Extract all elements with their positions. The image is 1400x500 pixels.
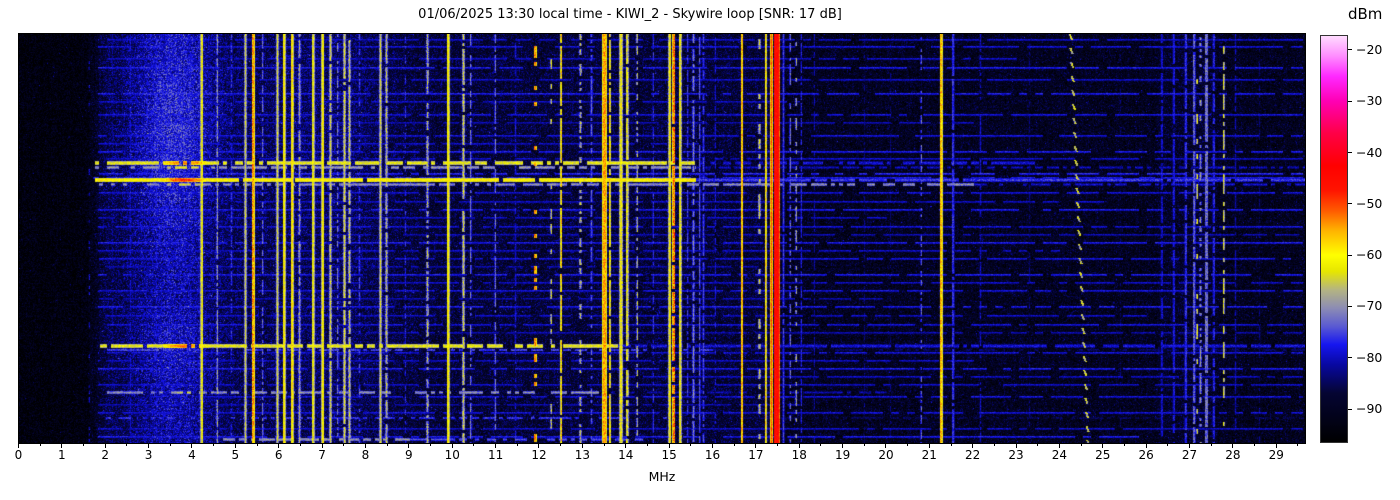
- colorbar-tick-label: −80: [1356, 349, 1383, 365]
- colorbar-gradient: [1321, 36, 1347, 442]
- x-tick-label: 22: [965, 448, 981, 462]
- x-minor-tick: [213, 444, 215, 446]
- x-minor-tick: [1210, 444, 1212, 446]
- x-axis-label: MHz: [648, 469, 676, 484]
- x-tick-label: 27: [1181, 448, 1198, 462]
- x-tick-label: 13: [574, 448, 590, 462]
- x-tick-label: 20: [878, 448, 894, 462]
- x-minor-tick: [907, 444, 909, 446]
- colorbar-tick: [1348, 357, 1352, 359]
- colorbar-tick: [1348, 203, 1352, 205]
- x-minor-tick: [1037, 444, 1039, 446]
- x-minor-tick: [83, 444, 85, 446]
- x-minor-tick: [690, 444, 692, 446]
- colorbar-tick-label: −70: [1356, 298, 1383, 314]
- x-minor-tick: [560, 444, 562, 446]
- x-tick-label: 8: [361, 448, 370, 462]
- spectrogram-plot-frame: [18, 33, 1306, 444]
- x-tick-label: 26: [1138, 448, 1154, 462]
- colorbar-tick: [1348, 49, 1352, 51]
- x-minor-tick: [777, 444, 779, 446]
- chart-title: 01/06/2025 13:30 local time - KIWI_2 - S…: [418, 7, 842, 22]
- x-tick-label: 11: [487, 448, 504, 462]
- colorbar-tick-label: −20: [1356, 41, 1383, 57]
- x-minor-tick: [1167, 444, 1169, 446]
- x-minor-tick: [386, 444, 388, 446]
- colorbar-tick: [1348, 305, 1352, 307]
- x-tick-label: 7: [318, 448, 326, 462]
- x-tick-label: 23: [1008, 448, 1024, 462]
- x-tick-label: 5: [231, 448, 240, 462]
- x-tick-label: 19: [834, 448, 851, 462]
- colorbar-tick: [1348, 100, 1352, 102]
- x-tick-label: 25: [1095, 448, 1111, 462]
- x-minor-tick: [430, 444, 432, 446]
- x-minor-tick: [603, 444, 605, 446]
- x-minor-tick: [863, 444, 865, 446]
- x-tick-label: 0: [14, 448, 23, 462]
- x-tick-label: 14: [618, 448, 634, 462]
- x-tick-label: 12: [531, 448, 547, 462]
- x-minor-tick: [343, 444, 345, 446]
- x-minor-tick: [256, 444, 258, 446]
- colorbar-tick: [1348, 254, 1352, 256]
- x-tick-label: 3: [144, 448, 153, 462]
- colorbar-tick-label: −40: [1356, 144, 1383, 160]
- colorbar-unit-label: dBm: [1348, 5, 1383, 23]
- x-minor-tick: [1124, 444, 1125, 446]
- x-minor-tick: [993, 444, 995, 446]
- colorbar-tick-label: −30: [1356, 93, 1383, 109]
- x-minor-tick: [646, 444, 648, 446]
- x-tick-label: 18: [791, 448, 807, 462]
- colorbar-tick-label: −90: [1356, 401, 1383, 417]
- colorbar: [1320, 35, 1348, 443]
- x-tick-label: 16: [704, 448, 721, 462]
- x-tick-label: 9: [405, 448, 413, 462]
- x-minor-tick: [1297, 444, 1299, 446]
- spectrogram-page: 01/06/2025 13:30 local time - KIWI_2 - S…: [0, 0, 1400, 500]
- colorbar-tick: [1348, 408, 1352, 410]
- x-minor-tick: [299, 444, 301, 446]
- x-tick-label: 29: [1268, 448, 1284, 462]
- x-minor-tick: [733, 444, 735, 446]
- x-tick-label: 17: [748, 448, 764, 462]
- x-minor-tick: [820, 444, 822, 446]
- x-minor-tick: [473, 444, 475, 446]
- x-tick-label: 1: [58, 448, 66, 462]
- x-tick-label: 15: [661, 448, 677, 462]
- x-tick-label: 10: [444, 448, 460, 462]
- colorbar-tick: [1348, 152, 1352, 154]
- x-minor-tick: [126, 444, 128, 446]
- x-tick-label: 6: [274, 448, 283, 462]
- colorbar-tick-label: −50: [1356, 195, 1383, 211]
- x-minor-tick: [39, 444, 41, 446]
- x-tick-label: 4: [188, 448, 196, 462]
- waterfall-canvas: [19, 34, 1305, 443]
- x-minor-tick: [1080, 444, 1082, 446]
- x-tick-label: 21: [921, 448, 937, 462]
- x-minor-tick: [950, 444, 952, 446]
- x-minor-tick: [1254, 444, 1256, 446]
- x-tick-label: 24: [1051, 448, 1068, 462]
- colorbar-tick-label: −60: [1356, 247, 1383, 263]
- x-minor-tick: [516, 444, 518, 446]
- x-tick-label: 28: [1225, 448, 1241, 462]
- x-tick-label: 2: [101, 448, 110, 462]
- x-minor-tick: [169, 444, 171, 446]
